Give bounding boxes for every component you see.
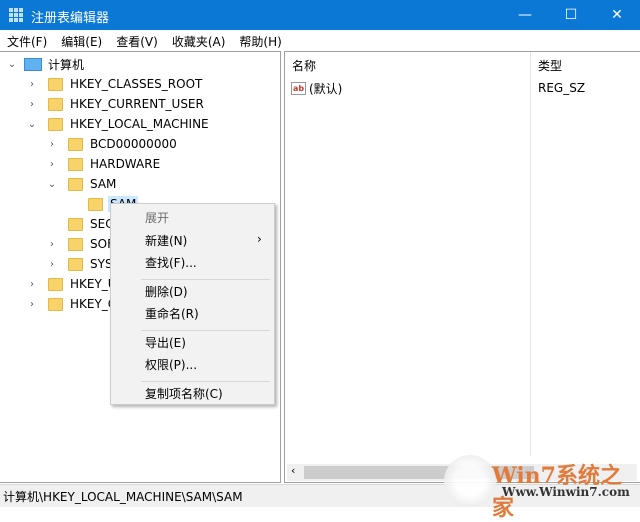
tree-node-label: HKEY_CURRENT_USER	[70, 97, 204, 111]
tree-node-label: HKEY_CLASSES_ROOT	[70, 77, 203, 91]
tree-node[interactable]: › HARDWARE	[46, 154, 162, 174]
tree-node[interactable]: ⌄ HKEY_LOCAL_MACHINE	[26, 114, 211, 134]
column-header-name[interactable]: 名称	[285, 52, 323, 76]
minimize-button[interactable]: —	[502, 0, 548, 30]
context-menu-item[interactable]: 导出(E)	[145, 334, 186, 351]
context-menu-item[interactable]: 重命名(R)	[145, 305, 199, 322]
tree-node-label: 计算机	[48, 57, 85, 72]
window-title: 注册表编辑器	[31, 11, 110, 26]
menu-separator	[141, 278, 270, 280]
chevron-right-icon[interactable]: ›	[46, 259, 58, 270]
tree-node[interactable]: ⌄ 计算机	[6, 54, 86, 74]
submenu-arrow-icon: ›	[257, 231, 262, 246]
tree-node-label: SAM	[90, 177, 117, 191]
regedit-app-icon	[9, 8, 23, 22]
close-button[interactable]: ✕	[594, 0, 640, 30]
value-row[interactable]: ab (默认)	[291, 78, 342, 98]
context-menu-item[interactable]: 新建(N)	[145, 232, 187, 249]
menu-item[interactable]: 编辑(E)	[54, 30, 107, 50]
chevron-right-icon[interactable]: ›	[26, 79, 38, 90]
tree-node[interactable]: › HKEY_CLASSES_ROOT	[26, 74, 204, 94]
title-bar: 注册表编辑器 — ☐ ✕	[0, 0, 640, 30]
folder-icon	[48, 97, 63, 111]
menu-separator	[141, 380, 270, 382]
context-menu: 展开新建(N) › 查找(F)... 删除(D) 重命名(R) 导出(E) 权限(P)...…	[110, 203, 275, 405]
folder-icon	[68, 157, 83, 171]
column-header-type[interactable]: 类型	[531, 52, 569, 76]
menu-item[interactable]: 帮助(H)	[232, 30, 286, 50]
chevron-right-icon[interactable]: ›	[26, 279, 38, 290]
maximize-button[interactable]: ☐	[548, 0, 594, 30]
string-value-icon: ab	[291, 81, 306, 95]
tree-node-label: BCD00000000	[90, 137, 177, 151]
folder-icon	[68, 257, 83, 271]
menu-item[interactable]: 文件(F)	[0, 30, 52, 50]
chevron-down-icon[interactable]: ⌄	[46, 179, 58, 190]
value-type: REG_SZ	[538, 81, 586, 95]
context-menu-item[interactable]: 权限(P)...	[145, 356, 197, 373]
context-menu-item[interactable]: 查找(F)...	[145, 254, 197, 271]
context-menu-item[interactable]: 复制项名称(C)	[145, 385, 223, 402]
tree-node[interactable]: › BCD00000000	[46, 134, 179, 154]
menu-item[interactable]: 查看(V)	[109, 30, 163, 50]
chevron-right-icon[interactable]: ›	[46, 159, 58, 170]
chevron-down-icon[interactable]: ⌄	[6, 59, 18, 70]
folder-icon	[48, 117, 63, 131]
context-menu-item[interactable]: 删除(D)	[145, 283, 188, 300]
folder-icon	[68, 177, 83, 191]
context-menu-item[interactable]: 展开	[145, 209, 169, 226]
folder-icon	[48, 297, 63, 311]
tree-node-label: HKEY_LOCAL_MACHINE	[70, 117, 209, 131]
menu-item[interactable]: 收藏夹(A)	[165, 30, 231, 50]
folder-icon	[68, 137, 83, 151]
scroll-left-icon[interactable]: ‹	[291, 464, 295, 477]
menu-bar: 文件(F) 编辑(E) 查看(V) 收藏夹(A) 帮助(H)	[0, 30, 640, 50]
folder-icon	[48, 77, 63, 91]
values-list[interactable]: 名称 类型 ab (默认) REG_SZ ‹	[284, 51, 640, 483]
folder-icon	[88, 197, 103, 211]
chevron-right-icon[interactable]: ›	[46, 139, 58, 150]
tree-node[interactable]: › HKEY_CURRENT_USER	[26, 94, 206, 114]
windows-logo-watermark	[444, 455, 496, 507]
watermark-url: Www.Winwin7.com	[502, 485, 630, 499]
menu-separator	[141, 329, 270, 331]
folder-icon	[68, 237, 83, 251]
folder-icon	[68, 217, 83, 231]
computer-icon	[24, 57, 42, 71]
tree-node-label: HARDWARE	[90, 157, 161, 171]
chevron-right-icon[interactable]: ›	[46, 239, 58, 250]
chevron-down-icon[interactable]: ⌄	[26, 119, 38, 130]
value-name: (默认)	[309, 81, 343, 96]
folder-icon	[48, 277, 63, 291]
tree-node[interactable]: ⌄ SAM	[46, 174, 118, 194]
chevron-right-icon[interactable]: ›	[26, 299, 38, 310]
chevron-right-icon[interactable]: ›	[26, 99, 38, 110]
column-divider	[530, 52, 531, 456]
